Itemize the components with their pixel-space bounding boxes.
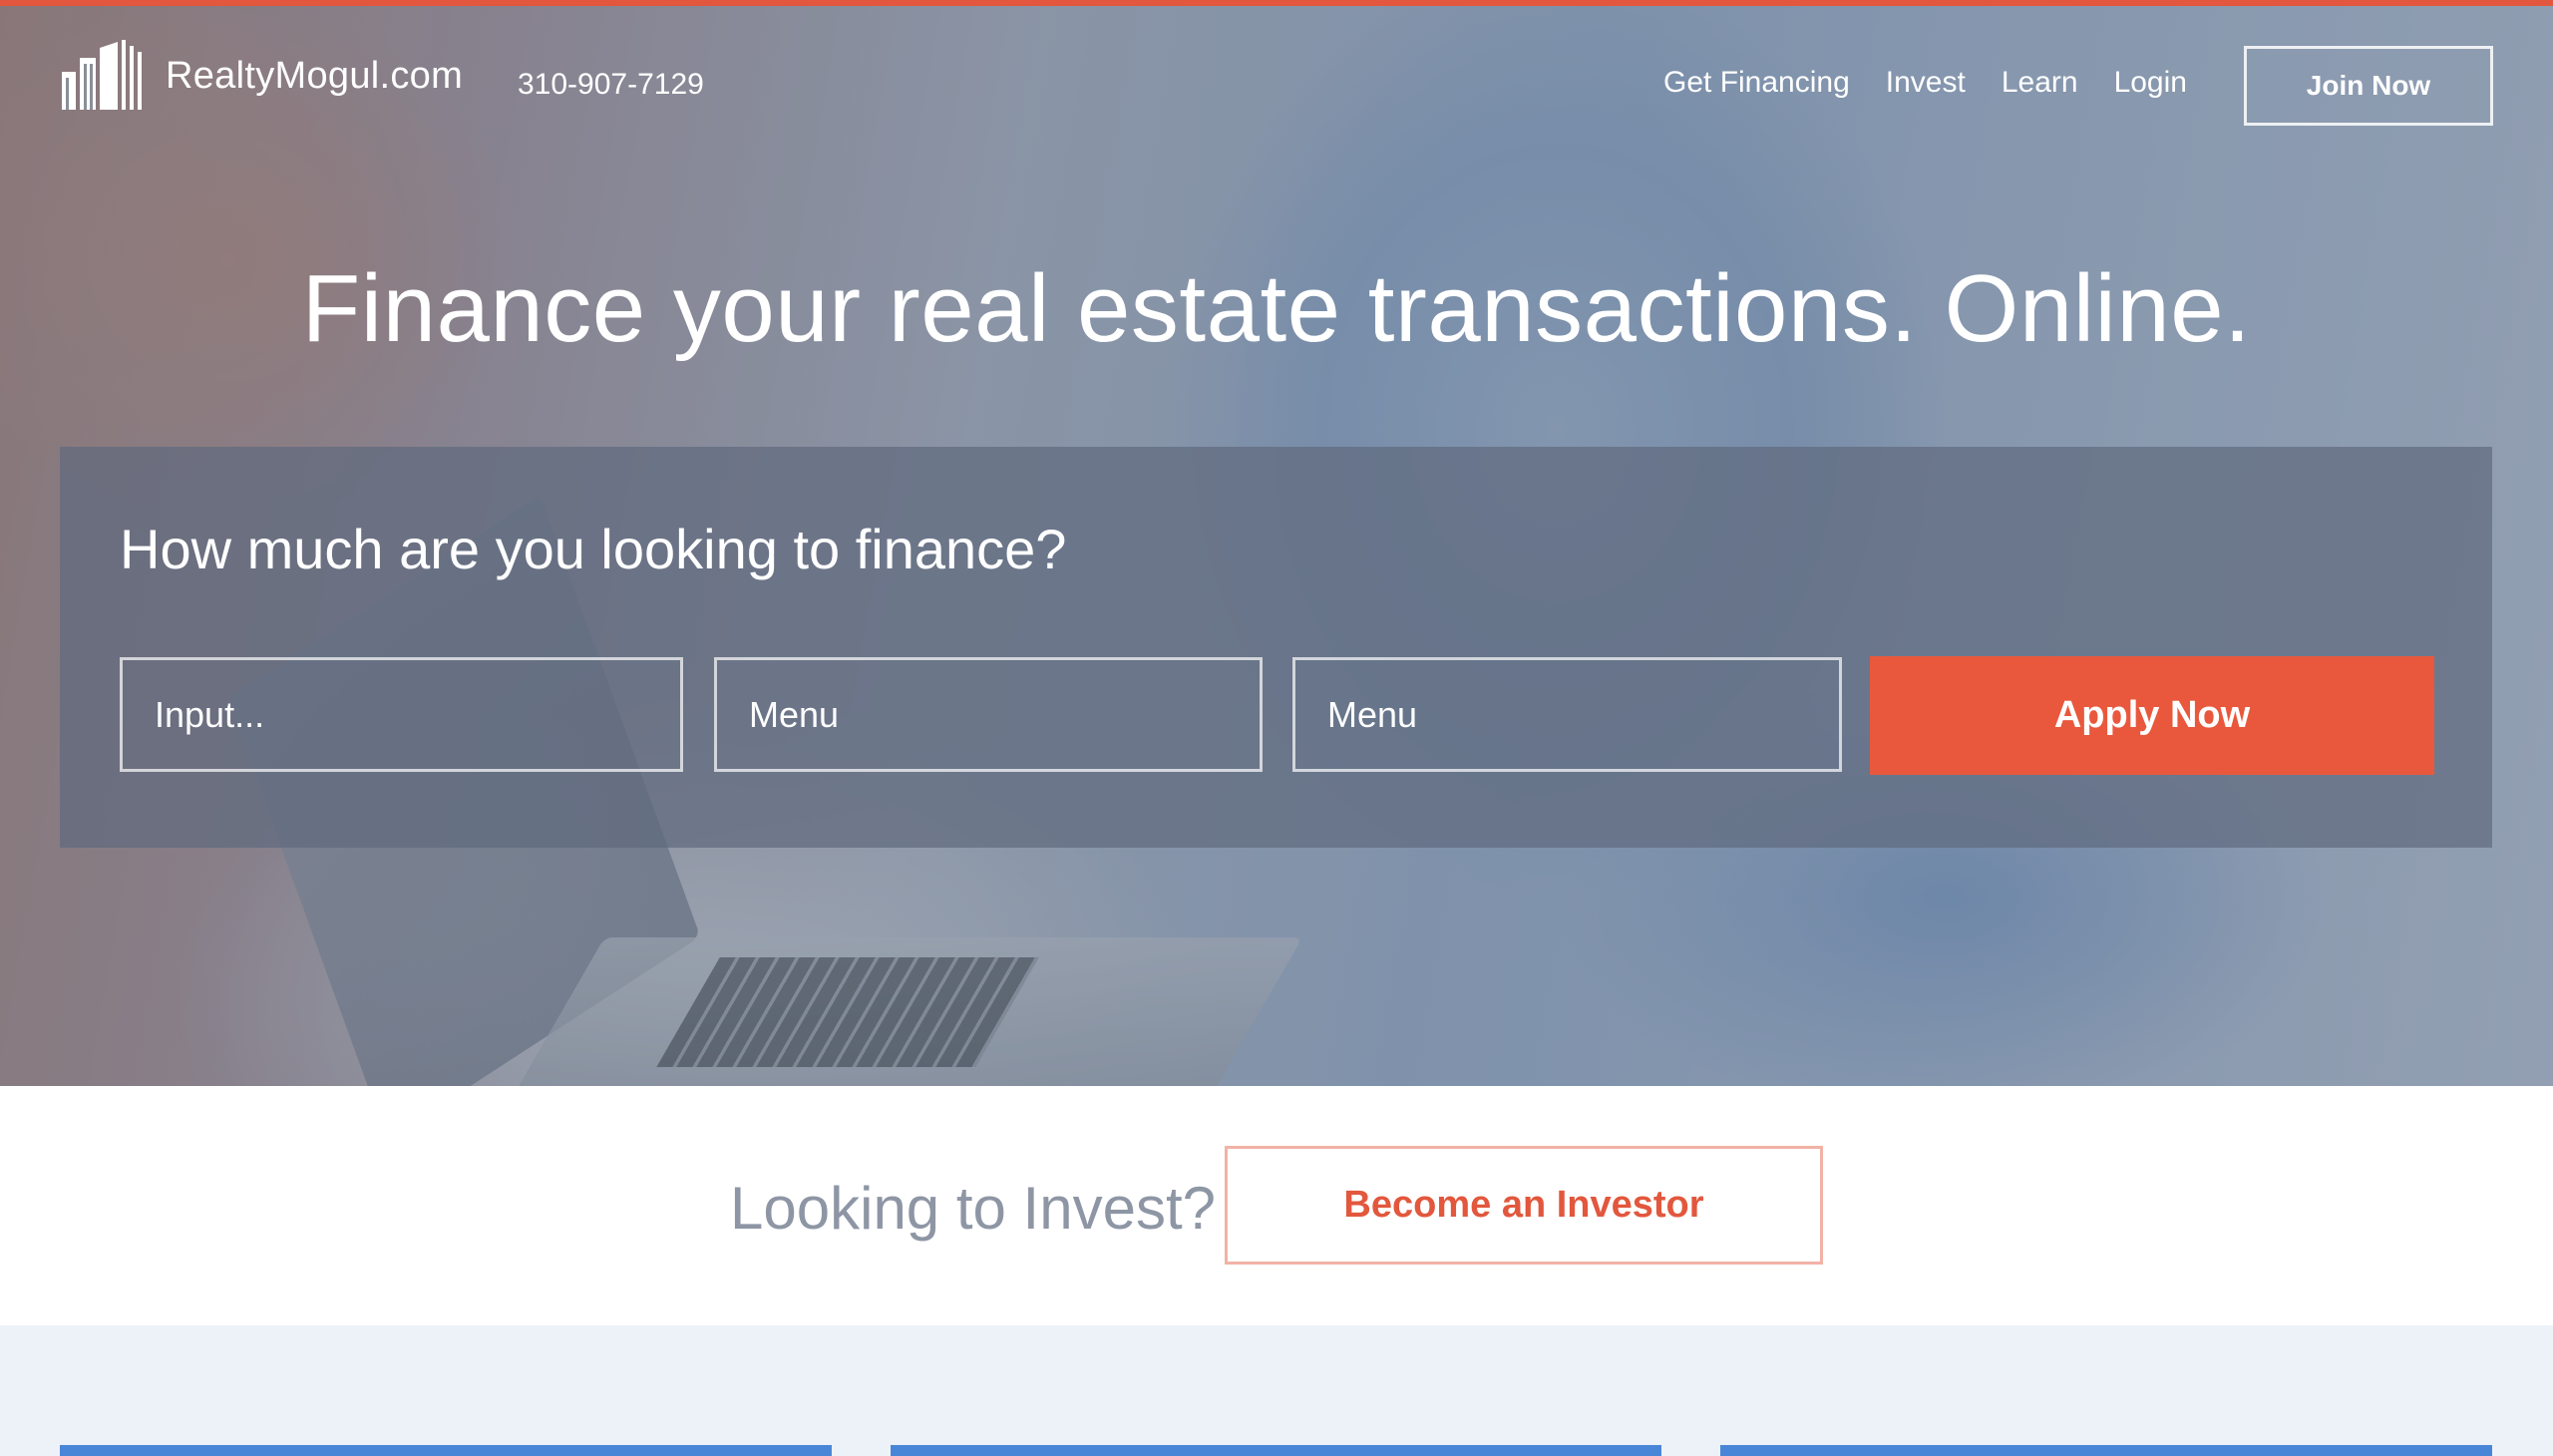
- nav-link-invest[interactable]: Invest: [1886, 66, 1966, 100]
- loan-type-dropdown-label: Menu: [749, 693, 840, 735]
- nav-link-get-financing[interactable]: Get Financing: [1663, 66, 1850, 100]
- property-type-dropdown-label: Menu: [1327, 693, 1418, 735]
- feature-card-1[interactable]: [60, 1445, 832, 1456]
- join-now-button[interactable]: Join Now: [2244, 46, 2493, 126]
- invest-question: Looking to Invest?: [730, 1175, 1217, 1242]
- property-type-dropdown[interactable]: Menu: [1292, 657, 1842, 772]
- apply-now-button[interactable]: Apply Now: [1870, 656, 2434, 775]
- brand-logo[interactable]: RealtyMogul.com: [60, 40, 463, 112]
- brand-name: RealtyMogul.com: [166, 54, 464, 97]
- become-investor-button[interactable]: Become an Investor: [1225, 1146, 1823, 1265]
- nav-links: Get Financing Invest Learn Login: [1663, 66, 2223, 100]
- loan-type-dropdown[interactable]: Menu: [714, 657, 1263, 772]
- nav-link-login[interactable]: Login: [2114, 66, 2187, 100]
- finance-amount-placeholder: Input...: [155, 693, 265, 735]
- phone-number[interactable]: 310-907-7129: [518, 68, 704, 102]
- feature-card-3[interactable]: [1720, 1445, 2492, 1456]
- lower-section: [0, 1325, 2553, 1456]
- hero-headline: Finance your real estate transactions. O…: [301, 255, 2252, 362]
- buildings-icon: [62, 40, 142, 110]
- nav-link-learn[interactable]: Learn: [2002, 66, 2078, 100]
- hero-section: RealtyMogul.com 310-907-7129 Get Financi…: [0, 0, 2553, 1141]
- top-navigation: RealtyMogul.com 310-907-7129 Get Financi…: [0, 0, 2553, 170]
- invest-strip: Looking to Invest? Become an Investor: [0, 1086, 2553, 1325]
- finance-amount-input[interactable]: Input...: [120, 657, 683, 772]
- finance-panel: How much are you looking to finance? Inp…: [60, 447, 2492, 848]
- page: RealtyMogul.com 310-907-7129 Get Financi…: [0, 0, 2553, 1456]
- finance-panel-title: How much are you looking to finance?: [120, 518, 1067, 580]
- feature-card-2[interactable]: [891, 1445, 1661, 1456]
